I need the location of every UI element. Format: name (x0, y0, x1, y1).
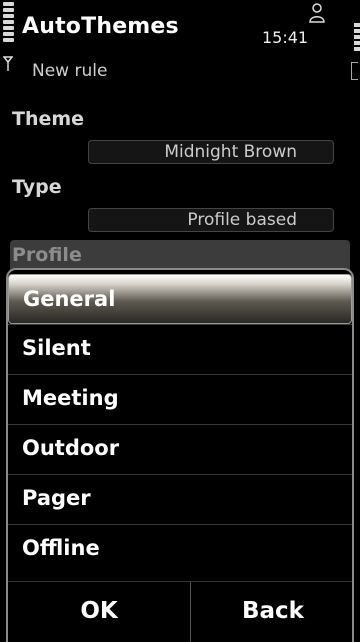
status-bar: AutoThemes 15:41 New rule (0, 0, 360, 94)
list-item-silent[interactable]: Silent (8, 324, 352, 374)
list-item-offline[interactable]: Offline (8, 524, 352, 574)
antenna-icon (3, 56, 13, 71)
profile-selection-popup: General Silent Meeting Outdoor Pager Off… (6, 268, 354, 642)
theme-value[interactable]: Midnight Brown (88, 140, 334, 164)
battery-icon (354, 23, 360, 51)
softkey-bar: OK Back (8, 581, 352, 642)
screen-subtitle: New rule (32, 61, 108, 81)
back-button[interactable]: Back (190, 582, 352, 642)
list-item-general[interactable]: General (8, 274, 352, 324)
theme-label: Theme (12, 108, 85, 130)
list-item-meeting[interactable]: Meeting (8, 374, 352, 424)
list-item-outdoor[interactable]: Outdoor (8, 424, 352, 474)
ok-button[interactable]: OK (8, 582, 190, 642)
type-value[interactable]: Profile based (88, 208, 334, 232)
type-label: Type (12, 176, 62, 198)
partial-indicator-icon (351, 62, 358, 80)
app-title: AutoThemes (22, 14, 179, 39)
signal-strength-icon (3, 2, 14, 52)
profile-label: Profile (12, 244, 82, 266)
user-icon (309, 3, 325, 23)
clock: 15:41 (262, 28, 309, 47)
profile-field[interactable]: Profile (10, 240, 350, 270)
list-item-pager[interactable]: Pager (8, 474, 352, 524)
